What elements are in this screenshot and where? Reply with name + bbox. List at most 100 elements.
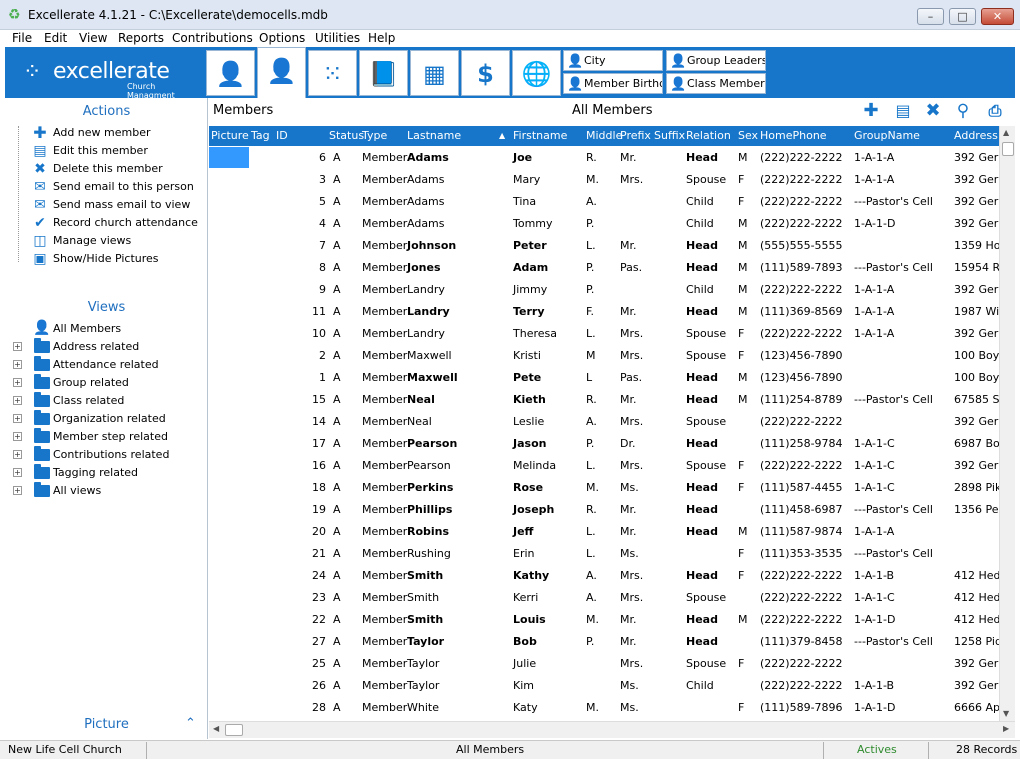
expand-icon[interactable]: + [13, 414, 22, 423]
table-row[interactable]: 27 A Member Taylor Bob P. Mr. Head (111)379-8458… [209, 630, 999, 652]
close-button[interactable]: ✕ [981, 8, 1014, 25]
action-manage-views[interactable]: ◫ Manage views [17, 232, 207, 250]
table-row[interactable]: 14 A Member Neal Leslie A. Mrs. Spouse (222)222-… [209, 410, 999, 432]
table-row[interactable]: 2 A Member Maxwell Kristi M Mrs. Spouse F (123)45… [209, 344, 999, 366]
quick-view-member-birthday[interactable]: 👤Member Birthda [563, 73, 663, 94]
toolbar-members-button[interactable]: 👤 [257, 47, 306, 98]
action-record-attendance[interactable]: ✔ Record church attendance [17, 214, 207, 232]
edit-card-icon[interactable]: ▤ [892, 100, 914, 122]
action-mass-email[interactable]: ✉ Send mass email to view [17, 196, 207, 214]
table-row[interactable]: 9 A Member Landry Jimmy P. Child M (222)222-2222… [209, 278, 999, 300]
toolbar-contributions-button[interactable]: $ [461, 50, 510, 96]
menu-help[interactable]: Help [368, 31, 395, 45]
quick-view-class-members[interactable]: 👤 Class Members [666, 73, 766, 94]
view-attendance-related[interactable]: + Attendance related [11, 356, 207, 374]
column-header[interactable]: Type [362, 129, 387, 142]
toolbar-person-grey-button[interactable]: 👤 [206, 50, 255, 96]
action-add-member[interactable]: ✚ Add new member [17, 124, 207, 142]
table-row[interactable]: 26 A Member Taylor Kim Ms. Child (222)222-2222 1… [209, 674, 999, 696]
column-header[interactable]: GroupName [854, 129, 920, 142]
menu-file[interactable]: File [12, 31, 32, 45]
expand-icon[interactable]: + [13, 396, 22, 405]
minimize-button[interactable]: – [917, 8, 944, 25]
table-row[interactable]: 3 A Member Adams Mary M. Mrs. Spouse F (222)222-2… [209, 168, 999, 190]
expand-icon[interactable]: + [13, 360, 22, 369]
expand-icon[interactable]: + [13, 342, 22, 351]
expand-icon[interactable]: + [13, 468, 22, 477]
table-row[interactable]: 8 A Member Jones Adam P. Pas. Head M (111)589-789… [209, 256, 999, 278]
search-icon[interactable]: ⚲ [952, 100, 974, 122]
vertical-scrollbar[interactable]: ▲ ▼ [999, 126, 1015, 721]
table-row[interactable]: 5 A Member Adams Tina A. Child F (222)222-2222 --… [209, 190, 999, 212]
column-header[interactable]: ID [276, 129, 288, 142]
chevron-up-icon[interactable]: ⌃ [185, 716, 196, 731]
action-edit-member[interactable]: ▤ Edit this member [17, 142, 207, 160]
table-row[interactable]: 7 A Member Johnson Peter L. Mr. Head M (555)555-5… [209, 234, 999, 256]
table-row[interactable]: 20 A Member Robins Jeff L. Mr. Head M (111)587-98… [209, 520, 999, 542]
print-icon[interactable]: ⎙ [984, 100, 1006, 122]
expand-icon[interactable]: + [13, 486, 22, 495]
column-header[interactable]: Middle [586, 129, 622, 142]
column-header[interactable]: Sex [738, 129, 758, 142]
table-row[interactable]: 28 A Member White Katy M. Ms. F (111)589-7896 1-A… [209, 696, 999, 718]
column-header[interactable]: Lastname [407, 129, 461, 142]
table-row[interactable]: 17 A Member Pearson Jason P. Dr. Head (111)258-9… [209, 432, 999, 454]
menu-utilities[interactable]: Utilities [315, 31, 360, 45]
table-row[interactable]: 15 A Member Neal Kieth R. Mr. Head M (111)254-878… [209, 388, 999, 410]
table-row[interactable]: 24 A Member Smith Kathy A. Mrs. Head F (222)222-2… [209, 564, 999, 586]
toolbar-grid-button[interactable]: ▦ [410, 50, 459, 96]
expand-icon[interactable]: + [13, 432, 22, 441]
view-all-members[interactable]: 👤 All Members [11, 320, 207, 338]
delete-icon[interactable]: ✖ [922, 100, 944, 122]
table-row[interactable]: 21 A Member Rushing Erin L. Ms. F (111)353-3535-… [209, 542, 999, 564]
table-row[interactable]: 18 A Member Perkins Rose M. Ms. Head F (111)587-4… [209, 476, 999, 498]
horizontal-scrollbar[interactable]: ◀ ▶ [209, 721, 1015, 738]
scroll-thumb[interactable] [1002, 142, 1014, 156]
scroll-thumb[interactable] [225, 724, 243, 736]
quick-view-group-leaders[interactable]: 👤 Group Leaders [666, 50, 766, 71]
action-send-email[interactable]: ✉ Send email to this person [17, 178, 207, 196]
action-show-hide-pictures[interactable]: ▣ Show/Hide Pictures [17, 250, 207, 268]
scroll-down-icon[interactable]: ▼ [1003, 709, 1009, 718]
maximize-button[interactable]: □ [949, 8, 976, 25]
table-row[interactable]: 19 A Member Phillips Joseph R. Mr. Head (111)458… [209, 498, 999, 520]
menu-options[interactable]: Options [259, 31, 305, 45]
column-header[interactable]: Address [954, 129, 998, 142]
view-organization-related[interactable]: + Organization related [11, 410, 207, 428]
table-row[interactable]: 25 A Member Taylor Julie Mrs. Spouse F (222)222-… [209, 652, 999, 674]
toolbar-globe-button[interactable]: 🌐 [512, 50, 561, 96]
view-group-related[interactable]: + Group related [11, 374, 207, 392]
expand-icon[interactable]: + [13, 378, 22, 387]
scroll-right-icon[interactable]: ▶ [1003, 724, 1009, 733]
table-row[interactable]: 4 A Member Adams Tommy P. Child M (222)222-2222 1… [209, 212, 999, 234]
table-row[interactable]: 10 A Member Landry Theresa L. Mrs. Spouse F (222)… [209, 322, 999, 344]
action-delete-member[interactable]: ✖ Delete this member [17, 160, 207, 178]
column-header[interactable]: Status [329, 129, 364, 142]
view-tagging-related[interactable]: + Tagging related [11, 464, 207, 482]
expand-icon[interactable]: + [13, 450, 22, 459]
menu-view[interactable]: View [79, 31, 107, 45]
column-header[interactable]: Tag [251, 129, 270, 142]
table-row[interactable]: 6 A Member Adams Joe R. Mr. Head M (222)222-2222 1… [209, 146, 999, 168]
scroll-left-icon[interactable]: ◀ [213, 724, 219, 733]
view-member-step-related[interactable]: + Member step related [11, 428, 207, 446]
view-all-views[interactable]: + All views [11, 482, 207, 500]
add-icon[interactable]: ✚ [860, 100, 882, 122]
menu-contributions[interactable]: Contributions [172, 31, 253, 45]
toolbar-groups-button[interactable]: ⁙ [308, 50, 357, 96]
table-row[interactable]: 23 A Member Smith Kerri A. Mrs. Spouse (222)222-… [209, 586, 999, 608]
view-contributions-related[interactable]: + Contributions related [11, 446, 207, 464]
view-class-related[interactable]: + Class related [11, 392, 207, 410]
column-header[interactable]: Picture [211, 129, 249, 142]
view-address-related[interactable]: + Address related [11, 338, 207, 356]
column-header[interactable]: HomePhone [760, 129, 827, 142]
scroll-up-icon[interactable]: ▲ [1003, 128, 1009, 137]
table-row[interactable]: 16 A Member Pearson Melinda L. Mrs. Spouse F (222… [209, 454, 999, 476]
quick-view-city[interactable]: 👤 City [563, 50, 663, 71]
column-header[interactable]: Suffix [654, 129, 685, 142]
table-row[interactable]: 1 A Member Maxwell Pete L Pas. Head M (123)456-78… [209, 366, 999, 388]
column-header[interactable]: Firstname [513, 129, 567, 142]
column-header[interactable]: Prefix [620, 129, 651, 142]
menu-edit[interactable]: Edit [44, 31, 67, 45]
menu-reports[interactable]: Reports [118, 31, 164, 45]
